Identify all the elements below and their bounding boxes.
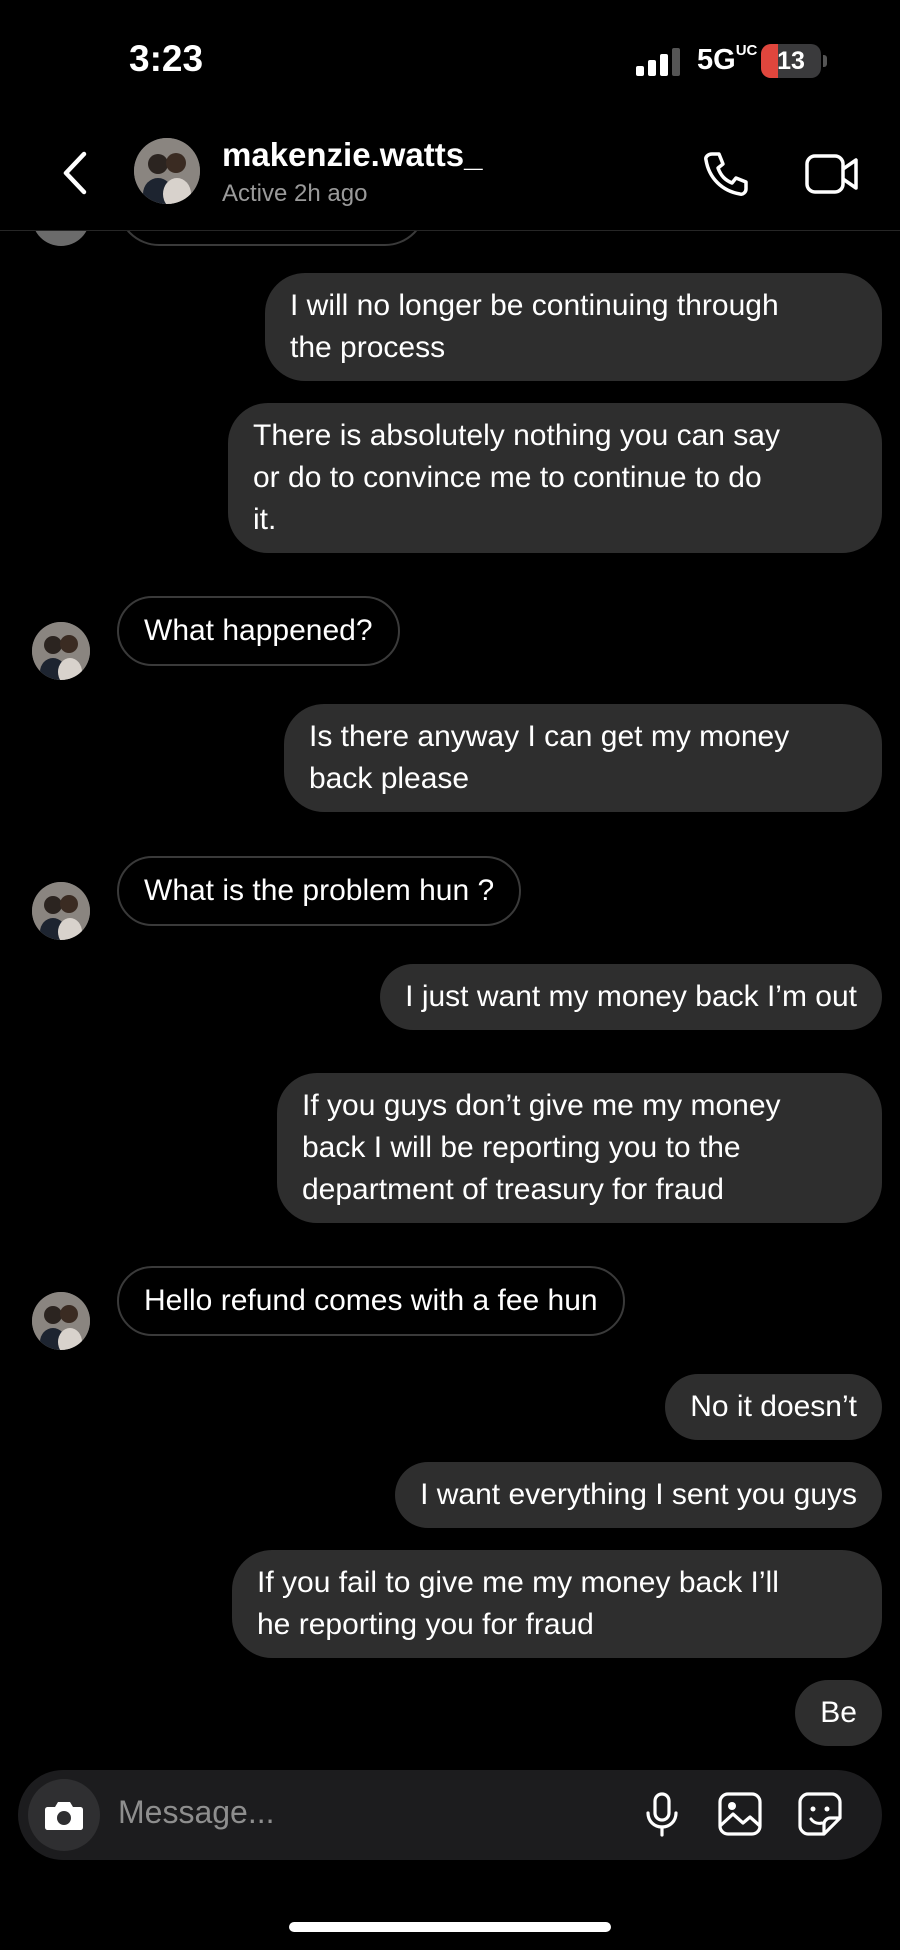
- contact-username[interactable]: makenzie.watts_: [222, 136, 482, 174]
- chat-header: makenzie.watts_ Active 2h ago: [0, 118, 900, 231]
- message-outgoing[interactable]: I want everything I sent you guys: [395, 1462, 882, 1528]
- contact-avatar[interactable]: [134, 138, 200, 204]
- network-sub: UC: [735, 42, 758, 59]
- back-icon[interactable]: [52, 148, 102, 198]
- sticker-icon[interactable]: [796, 1790, 844, 1838]
- contact-avatar-small: [32, 882, 90, 940]
- status-bar: 3:23 5GUC 13: [0, 0, 900, 118]
- video-camera-icon[interactable]: [804, 150, 860, 198]
- message-incoming[interactable]: Hello refund comes with a fee hun: [117, 1266, 625, 1336]
- contact-avatar-small: [32, 1292, 90, 1350]
- home-indicator[interactable]: [289, 1922, 611, 1932]
- microphone-icon[interactable]: [638, 1790, 686, 1838]
- message-outgoing[interactable]: Is there anyway I can get my money back …: [284, 704, 882, 812]
- cellular-signal-icon: [636, 48, 680, 76]
- image-icon[interactable]: [716, 1790, 764, 1838]
- message-outgoing[interactable]: I just want my money back I’m out: [380, 964, 882, 1030]
- contact-active-status: Active 2h ago: [222, 180, 368, 207]
- message-outgoing[interactable]: If you guys don’t give me my money back …: [277, 1073, 882, 1223]
- message-composer[interactable]: Message...: [18, 1770, 882, 1860]
- network-indicator: 5GUC: [697, 42, 758, 77]
- message-thread[interactable]: I will no longer be continuing through t…: [0, 160, 900, 1770]
- battery-nub: [823, 55, 827, 67]
- battery-icon: 13: [761, 44, 821, 78]
- status-time: 3:23: [129, 38, 204, 79]
- message-incoming[interactable]: What is the problem hun ?: [117, 856, 522, 926]
- message-input[interactable]: Message...: [118, 1794, 275, 1831]
- battery-level: 13: [777, 47, 805, 75]
- message-outgoing[interactable]: Be: [795, 1680, 882, 1746]
- camera-icon[interactable]: [28, 1779, 100, 1851]
- message-outgoing[interactable]: I will no longer be continuing through t…: [265, 273, 882, 381]
- network-type: 5G: [697, 44, 736, 76]
- phone-icon[interactable]: [700, 148, 752, 200]
- contact-avatar-small: [32, 622, 90, 680]
- message-incoming[interactable]: What happened?: [117, 596, 400, 666]
- message-outgoing[interactable]: No it doesn’t: [665, 1374, 882, 1440]
- message-outgoing[interactable]: There is absolutely nothing you can say …: [228, 403, 882, 553]
- message-outgoing[interactable]: If you fail to give me my money back I’l…: [232, 1550, 882, 1658]
